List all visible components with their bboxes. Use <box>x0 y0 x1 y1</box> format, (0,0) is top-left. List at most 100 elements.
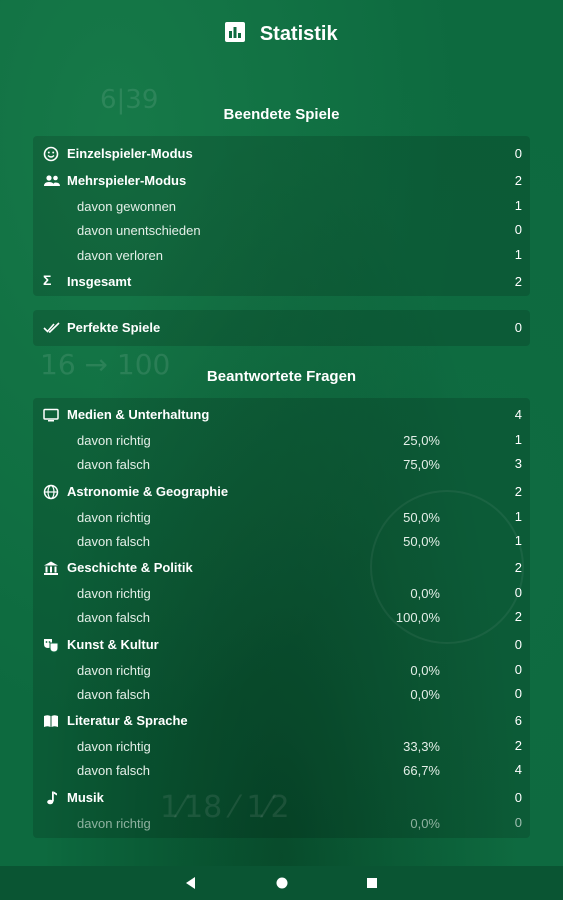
finished-games-card: Einzelspieler-Modus 0 Mehrspieler-Modus … <box>33 136 530 296</box>
globe-icon <box>43 484 59 500</box>
stat-percent: 100,0% <box>395 610 440 625</box>
category-row: Astronomie & Geographie 2 <box>33 480 530 504</box>
stat-percent: 66,7% <box>403 763 440 778</box>
smiley-icon <box>43 146 59 162</box>
category-label: Geschichte & Politik <box>67 560 193 575</box>
system-navigation-bar <box>0 866 563 900</box>
category-total: 4 <box>514 407 522 422</box>
back-icon[interactable] <box>184 876 198 895</box>
stat-sublabel: davon unentschieden <box>77 223 201 238</box>
category-row: Kunst & Kultur 0 <box>33 633 530 657</box>
stat-value: 2 <box>514 738 522 753</box>
stat-sublabel: davon richtig <box>77 739 151 754</box>
stat-sublabel: davon gewonnen <box>77 199 177 214</box>
stat-row-total: Σ Insgesamt 2 <box>33 270 530 294</box>
home-icon[interactable] <box>275 876 289 895</box>
stat-value: 4 <box>514 762 522 777</box>
people-icon <box>43 173 60 189</box>
stat-percent: 75,0% <box>403 457 440 472</box>
stat-row-single-player: Einzelspieler-Modus 0 <box>33 142 530 166</box>
stat-sublabel: davon richtig <box>77 816 151 831</box>
category-total: 2 <box>514 484 522 499</box>
stat-sublabel: davon verloren <box>77 248 163 263</box>
stat-label: Einzelspieler-Modus <box>67 146 193 161</box>
stat-row-correct: davon richtig 0,0% 0 <box>33 581 530 605</box>
stat-row-draw: davon unentschieden 0 <box>33 218 530 242</box>
stat-sublabel: davon richtig <box>77 433 151 448</box>
stat-value: 1 <box>514 509 522 524</box>
stat-row-perfect: Perfekte Spiele 0 <box>33 316 530 340</box>
stat-sublabel: davon richtig <box>77 663 151 678</box>
category-label: Kunst & Kultur <box>67 637 159 652</box>
stat-value: 0 <box>514 320 522 335</box>
stat-percent: 0,0% <box>410 816 440 831</box>
questions-card: Medien & Unterhaltung 4 davon richtig 25… <box>33 398 530 838</box>
stat-sublabel: davon falsch <box>77 534 150 549</box>
stat-percent: 0,0% <box>410 586 440 601</box>
stat-value: 1 <box>514 432 522 447</box>
stat-value: 2 <box>514 609 522 624</box>
category-label: Astronomie & Geographie <box>67 484 229 499</box>
stat-row-wrong: davon falsch 75,0% 3 <box>33 452 530 476</box>
stat-percent: 0,0% <box>410 663 440 678</box>
recents-icon[interactable] <box>365 876 379 895</box>
stat-sublabel: davon richtig <box>77 510 151 525</box>
category-total: 6 <box>514 713 522 728</box>
stat-label: Mehrspieler-Modus <box>67 173 187 188</box>
stat-value: 2 <box>514 274 522 289</box>
stat-sublabel: davon falsch <box>77 687 150 702</box>
stat-row-correct: davon richtig 33,3% 2 <box>33 734 530 758</box>
music-note-icon <box>43 790 59 806</box>
section-title-finished-games: Beendete Spiele <box>223 106 340 123</box>
stat-value: 3 <box>514 456 522 471</box>
double-check-icon <box>43 320 60 336</box>
stat-percent: 50,0% <box>403 510 440 525</box>
book-icon <box>43 713 59 729</box>
stat-row-correct: davon richtig 0,0% 0 <box>33 811 530 835</box>
stat-sublabel: davon falsch <box>77 763 150 778</box>
stat-percent: 0,0% <box>410 687 440 702</box>
category-row: Geschichte & Politik 2 <box>33 556 530 580</box>
stat-row-wrong: davon falsch 50,0% 1 <box>33 529 530 553</box>
stat-value: 0 <box>514 146 522 161</box>
category-total: 0 <box>514 637 522 652</box>
museum-icon <box>43 560 59 576</box>
stat-row-multi-player: Mehrspieler-Modus 2 <box>33 169 530 193</box>
stat-sublabel: davon falsch <box>77 457 150 472</box>
stat-percent: 25,0% <box>403 433 440 448</box>
stat-row-wrong: davon falsch 66,7% 4 <box>33 758 530 782</box>
bar-chart-icon <box>225 22 246 47</box>
stat-value: 0 <box>514 815 522 830</box>
category-label: Musik <box>67 790 104 805</box>
category-row: Literatur & Sprache 6 <box>33 709 530 733</box>
stat-value: 1 <box>514 247 522 262</box>
category-row: Musik 0 <box>33 786 530 810</box>
stat-row-wrong: davon falsch 0,0% 0 <box>33 682 530 706</box>
stat-value: 1 <box>514 533 522 548</box>
page-title: Statistik <box>259 23 338 45</box>
sigma-icon: Σ <box>43 272 52 288</box>
stat-label: Insgesamt <box>67 274 132 289</box>
stat-value: 2 <box>514 173 522 188</box>
stat-row-correct: davon richtig 25,0% 1 <box>33 428 530 452</box>
stat-percent: 33,3% <box>403 739 440 754</box>
stat-value: 1 <box>514 198 522 213</box>
category-total: 2 <box>514 560 522 575</box>
stat-value: 0 <box>514 686 522 701</box>
category-row: Medien & Unterhaltung 4 <box>33 403 530 427</box>
stat-value: 0 <box>514 585 522 600</box>
stat-value: 0 <box>514 662 522 677</box>
stat-row-correct: davon richtig 50,0% 1 <box>33 505 530 529</box>
stat-sublabel: davon falsch <box>77 610 150 625</box>
stat-value: 0 <box>514 222 522 237</box>
stat-row-wrong: davon falsch 100,0% 2 <box>33 605 530 629</box>
stat-row-lost: davon verloren 1 <box>33 243 530 267</box>
app-header: Statistik <box>0 22 563 52</box>
category-label: Literatur & Sprache <box>67 713 188 728</box>
theater-masks-icon <box>43 637 59 653</box>
stat-percent: 50,0% <box>403 534 440 549</box>
tv-icon <box>43 407 59 423</box>
stat-sublabel: davon richtig <box>77 586 151 601</box>
section-title-answered-questions: Beantwortete Fragen <box>206 368 357 385</box>
stat-row-won: davon gewonnen 1 <box>33 194 530 218</box>
